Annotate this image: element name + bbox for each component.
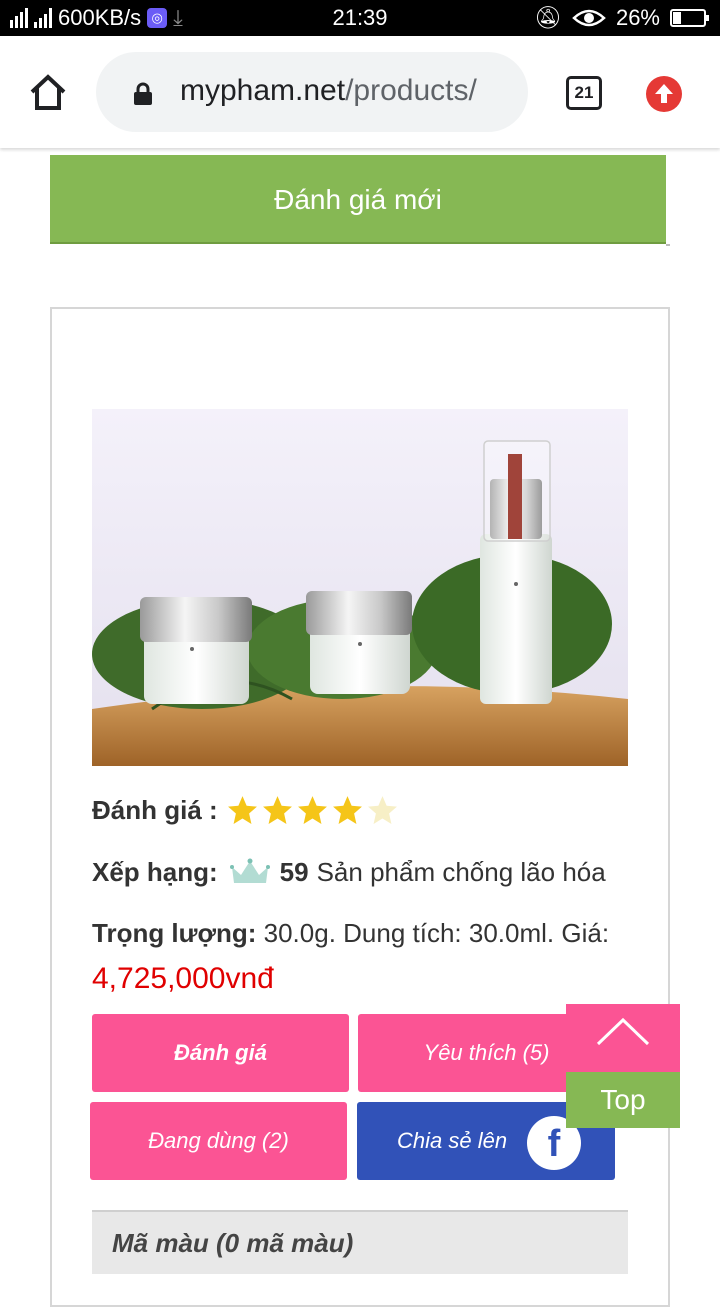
tabs-button[interactable]: 21 <box>566 76 602 110</box>
divider <box>666 244 670 246</box>
update-icon[interactable] <box>646 76 682 112</box>
chevron-up-icon <box>566 1004 680 1072</box>
new-review-button[interactable]: Đánh giá mới <box>50 155 666 244</box>
battery-icon <box>670 9 709 27</box>
url-domain: mypham.net <box>180 74 346 107</box>
mute-icon: 🔕︎ <box>534 5 562 30</box>
weight-row: Trọng lượng: 30.0g. Dung tích: 30.0ml. G… <box>92 918 609 949</box>
home-icon[interactable] <box>28 72 68 112</box>
top-label: Top <box>566 1072 680 1128</box>
star-filled-icon <box>332 795 362 824</box>
lock-icon <box>134 82 152 105</box>
back-to-top-button[interactable]: Top <box>566 1004 680 1128</box>
rank-number: 59 <box>279 856 309 887</box>
url-text[interactable]: mypham.net/products/ <box>180 74 477 108</box>
share-label: Chia sẻ lên <box>397 1128 508 1153</box>
browser-toolbar: mypham.net/products/ 21 <box>0 36 720 148</box>
star-filled-icon <box>297 795 327 824</box>
battery-percent: 26% <box>615 5 660 30</box>
rank-row: Xếp hạng: 59 Sản phẩm chống lão hóa <box>92 852 606 892</box>
rank-label: Xếp hạng: <box>92 856 218 887</box>
url-path: /products/ <box>345 74 477 107</box>
star-filled-icon <box>227 795 257 824</box>
star-filled-icon <box>262 795 292 824</box>
weight-text: 30.0g. Dung tích: 30.0ml. Giá: <box>256 918 610 948</box>
rating-row: Đánh giá : <box>92 790 399 830</box>
price: 4,725,000vnđ <box>92 962 274 995</box>
product-image <box>92 409 628 766</box>
rating-label: Đánh giá : <box>92 794 218 825</box>
address-bar[interactable]: mypham.net/products/ <box>96 52 528 132</box>
weight-label: Trọng lượng: <box>92 918 257 948</box>
using-button[interactable]: Đang dùng (2) <box>90 1102 347 1180</box>
eye-icon <box>572 9 606 27</box>
status-bar: 600KB/s ◎ ⤓ 21:39 🔕︎ 26% <box>0 0 720 36</box>
rating-stars <box>226 794 399 827</box>
review-button[interactable]: Đánh giá <box>92 1014 349 1092</box>
crown-icon <box>229 858 270 883</box>
color-codes-header[interactable]: Mã màu (0 mã màu) <box>92 1210 628 1274</box>
rank-category[interactable]: Sản phẩm chống lão hóa <box>317 857 606 888</box>
star-empty-icon <box>367 795 397 824</box>
